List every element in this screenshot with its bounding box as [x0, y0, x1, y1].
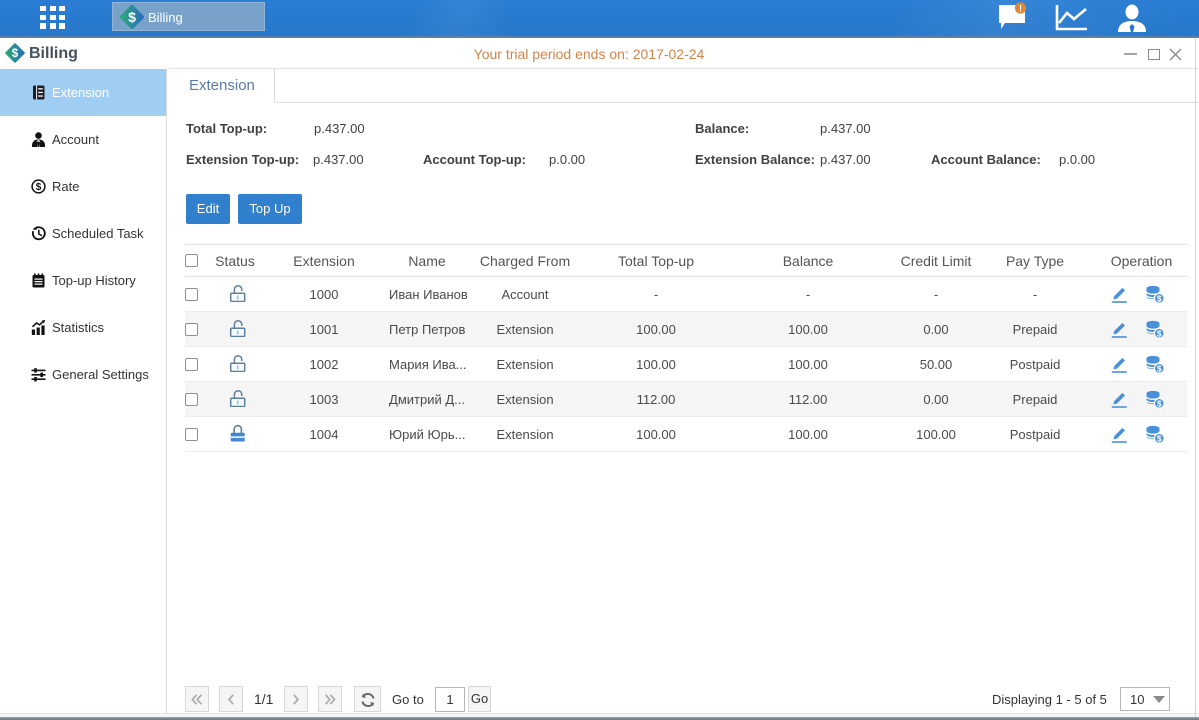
svg-text:$: $: [1156, 433, 1161, 443]
svg-text:$: $: [1156, 293, 1161, 303]
svg-text:$: $: [36, 182, 42, 193]
svg-text:$: $: [1156, 328, 1161, 338]
svg-text:$: $: [128, 9, 136, 25]
svg-text:$: $: [1156, 398, 1161, 408]
svg-text:$: $: [1156, 363, 1161, 373]
svg-text:!: !: [1019, 3, 1022, 13]
